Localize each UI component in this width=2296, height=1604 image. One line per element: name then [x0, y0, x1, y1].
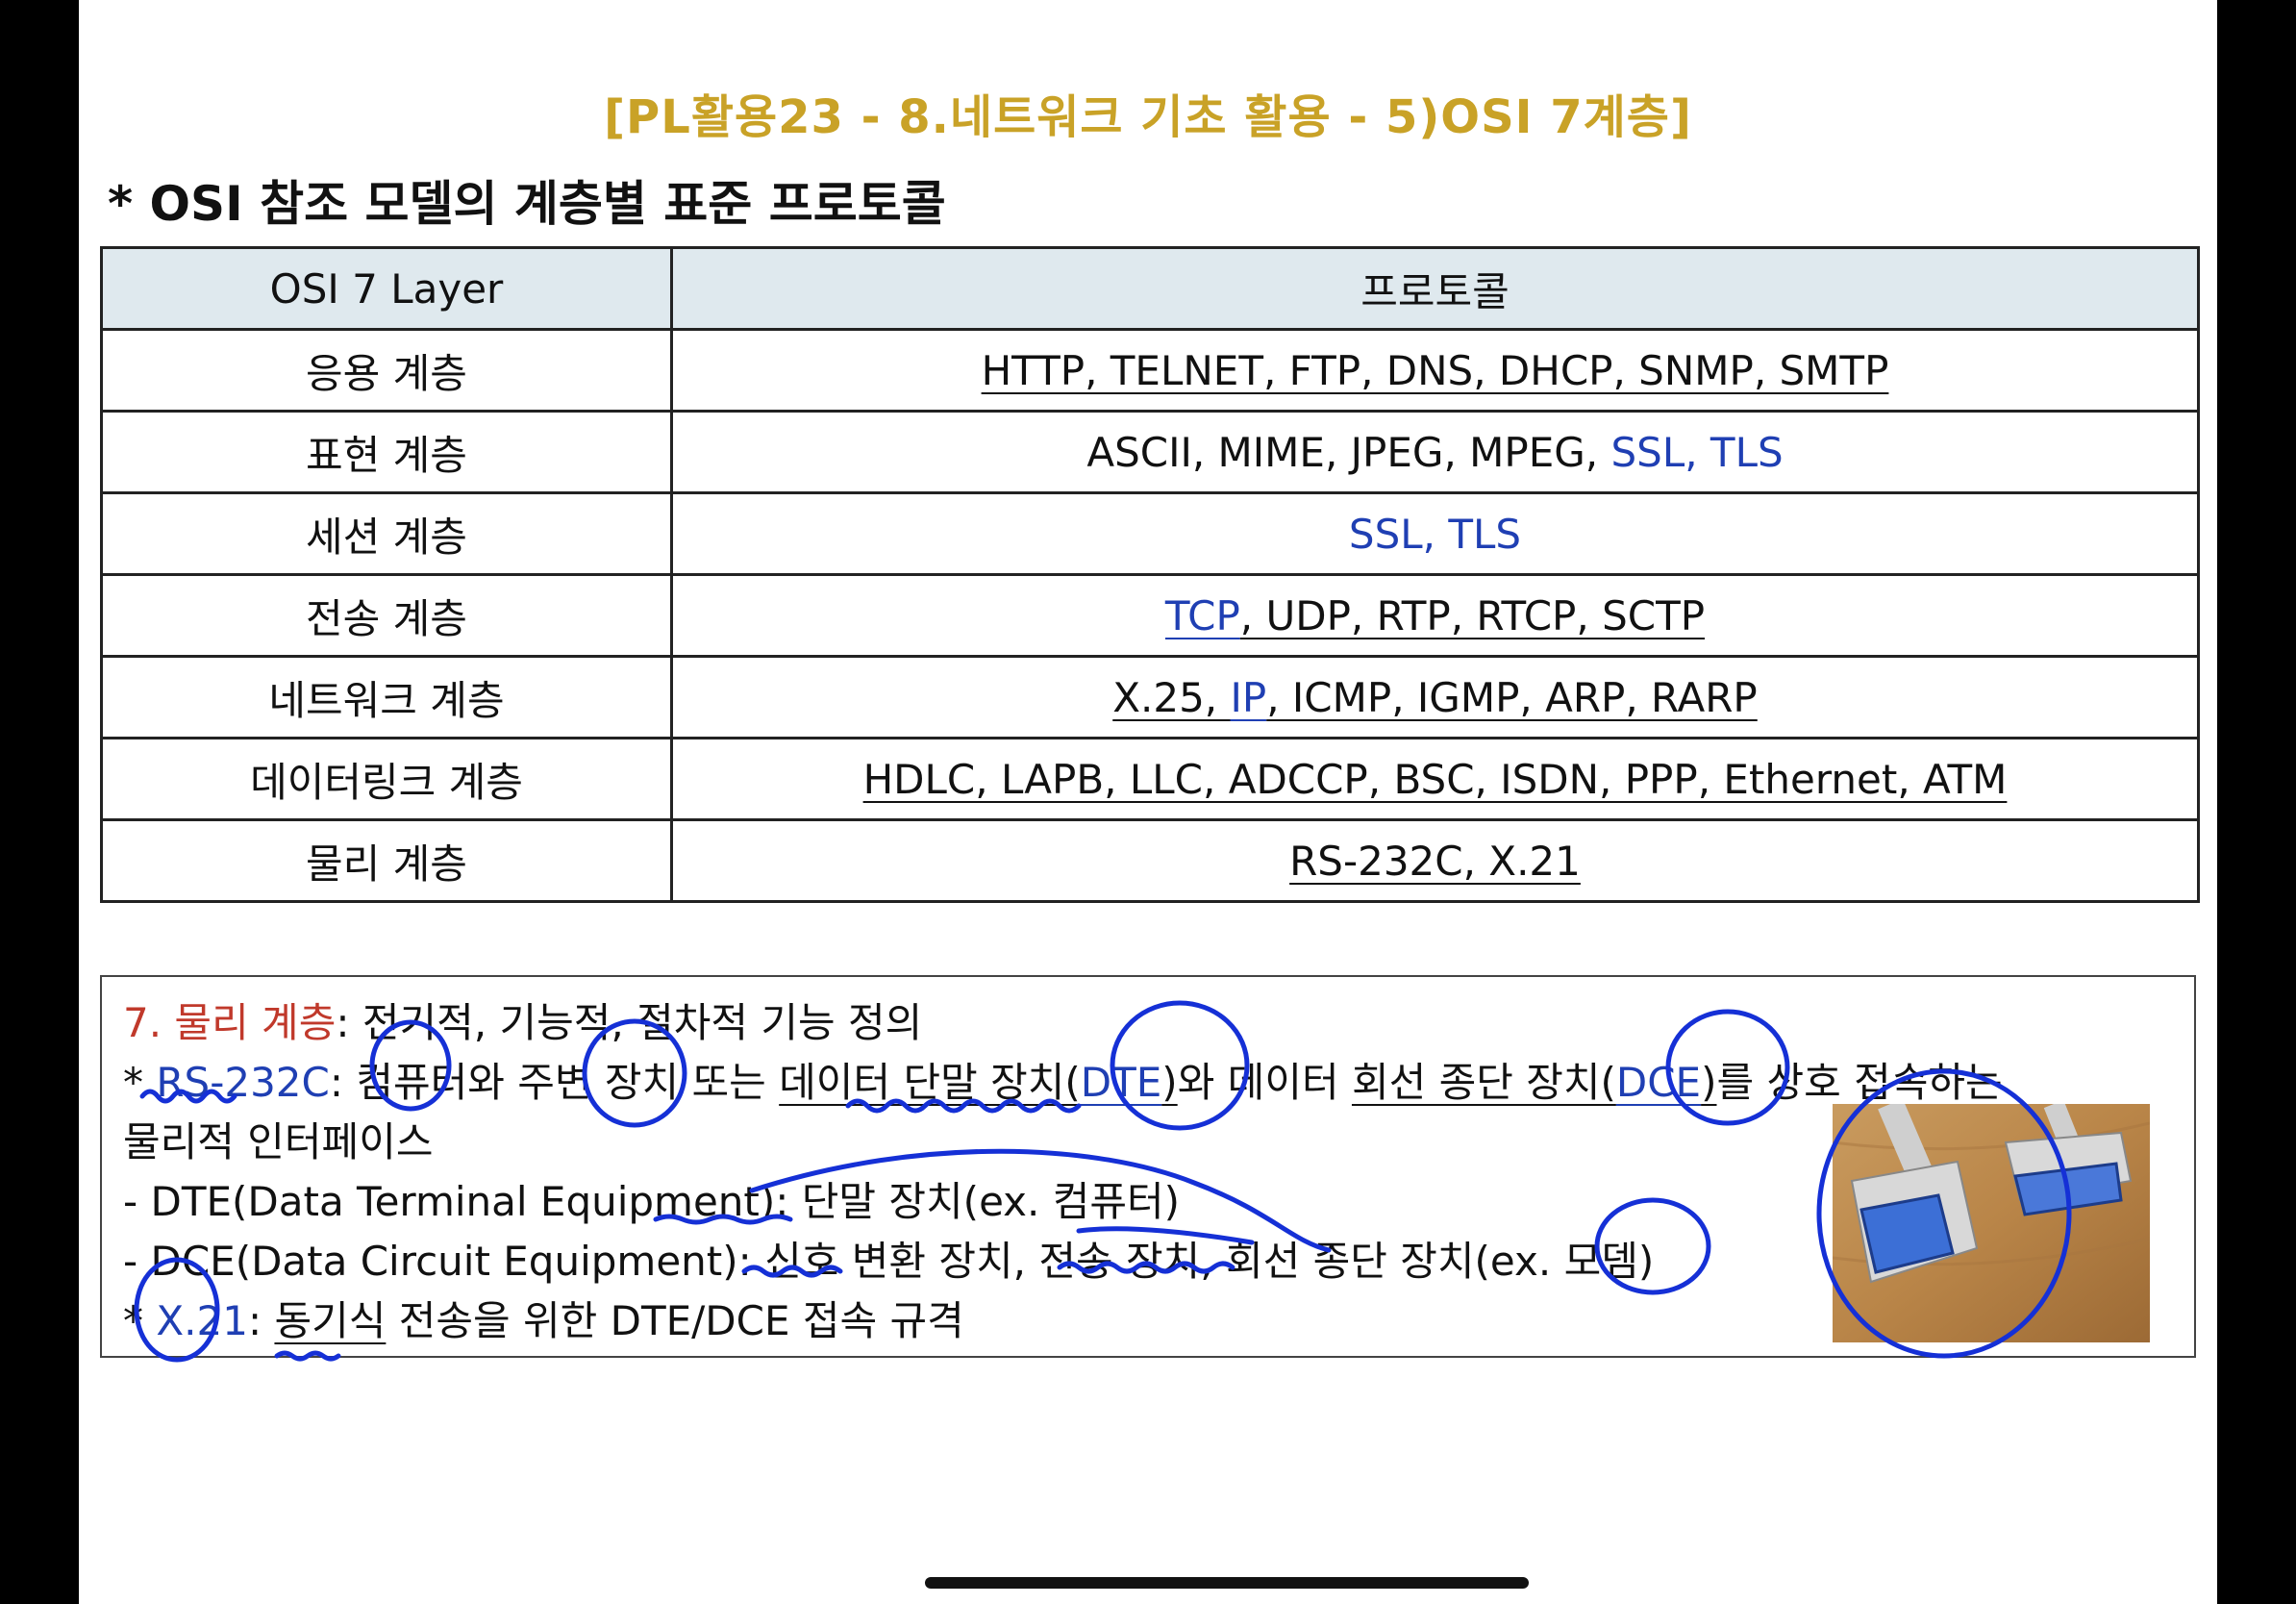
table-row: 응용 계층 HTTP, TELNET, FTP, DNS, DHCP, SNMP… — [100, 328, 2200, 413]
note-text-underlined: ) — [1161, 1059, 1178, 1106]
layer-cell: 데이터링크 계층 — [100, 737, 673, 821]
protocol-x25: X.25, — [1112, 673, 1231, 721]
note-line-dte: - DTE(Data Terminal Equipment): 단말 장치(ex… — [123, 1178, 1181, 1225]
slide-page: [PL활용23 - 8.네트워크 기초 활용 - 5)OSI 7계층] * OS… — [79, 0, 2217, 1604]
table-row: 데이터링크 계층 HDLC, LAPB, LLC, ADCCP, BSC, IS… — [100, 737, 2200, 821]
table-header-row: OSI 7 Layer 프로토콜 — [100, 246, 2200, 331]
header-layer: OSI 7 Layer — [100, 246, 673, 331]
sync-term: 동기식 — [274, 1297, 387, 1344]
layer-cell: 물리 계층 — [100, 818, 673, 903]
connector-photo — [1833, 1104, 2150, 1342]
dte-term: DTE — [1080, 1059, 1162, 1106]
osi-protocol-table: OSI 7 Layer 프로토콜 응용 계층 HTTP, TELNET, FTP… — [100, 246, 2200, 903]
bullet-star: * — [123, 1059, 157, 1106]
protocol-text: , ICMP, IGMP, ARP, RARP — [1266, 673, 1758, 721]
protocol-text: ASCII, MIME, JPEG, MPEG, — [1086, 428, 1611, 476]
protocol-text: RS-232C, X.21 — [1289, 837, 1581, 885]
physical-layer-label: 7. 물리 계층 — [123, 999, 337, 1046]
layer-cell: 네트워크 계층 — [100, 655, 673, 739]
protocol-cell: HDLC, LAPB, LLC, ADCCP, BSC, ISDN, PPP, … — [670, 737, 2200, 821]
slide-title: [PL활용23 - 8.네트워크 기초 활용 - 5)OSI 7계층] — [604, 90, 1692, 144]
layer-cell: 세션 계층 — [100, 491, 673, 576]
home-indicator — [925, 1577, 1529, 1589]
table-row: 물리 계층 RS-232C, X.21 — [100, 818, 2200, 903]
protocol-cell: X.25, IP, ICMP, IGMP, ARP, RARP — [670, 655, 2200, 739]
protocol-text-blue: SSL, TLS — [1610, 428, 1784, 476]
protocol-text-blue: SSL, TLS — [1348, 510, 1522, 558]
layer-cell: 전송 계층 — [100, 573, 673, 658]
protocol-cell: ASCII, MIME, JPEG, MPEG, SSL, TLS — [670, 410, 2200, 494]
rs232c-term: RS-232C — [156, 1059, 330, 1106]
protocol-cell: SSL, TLS — [670, 491, 2200, 576]
table-row: 세션 계층 SSL, TLS — [100, 491, 2200, 576]
note-line-x21: * X.21: 동기식 전송을 위한 DTE/DCE 접속 규격 — [123, 1289, 964, 1347]
note-text: : 전기적, 기능적, 절차적 기능 정의 — [336, 999, 923, 1046]
note-text: : — [247, 1297, 275, 1344]
note-text: 를 상호 접속하는 — [1716, 1059, 2003, 1106]
note-text-underlined: 회선 종단 장치( — [1351, 1059, 1616, 1106]
protocol-tcp: TCP — [1164, 591, 1240, 639]
protocol-text: HTTP, TELNET, FTP, DNS, DHCP, SNMP, SMTP — [981, 346, 1889, 394]
bullet-star: * — [123, 1297, 157, 1344]
table-row: 전송 계층 TCP, UDP, RTP, RTCP, SCTP — [100, 573, 2200, 658]
protocol-text: HDLC, LAPB, LLC, ADCCP, BSC, ISDN, PPP, … — [862, 755, 2008, 803]
protocol-udp: , UDP, RTP, RTCP, SCTP — [1239, 591, 1706, 639]
x21-term: X.21 — [156, 1297, 248, 1344]
protocol-ip: IP — [1230, 673, 1267, 721]
note-text: 와 데이터 — [1177, 1059, 1352, 1106]
section-heading: * OSI 참조 모델의 계층별 표준 프로토콜 — [108, 176, 946, 232]
protocol-cell: HTTP, TELNET, FTP, DNS, DHCP, SNMP, SMTP — [670, 328, 2200, 413]
note-text-underlined: 데이터 단말 장치( — [779, 1059, 1081, 1106]
table-row: 네트워크 계층 X.25, IP, ICMP, IGMP, ARP, RARP — [100, 655, 2200, 739]
layer-cell: 표현 계층 — [100, 410, 673, 494]
layer-cell: 응용 계층 — [100, 328, 673, 413]
note-line-dce: - DCE(Data Circuit Equipment): 신호 변환 장치,… — [123, 1238, 1655, 1285]
note-text: : 컴퓨터와 주변 장치 또는 — [329, 1059, 780, 1106]
note-text: 전송을 위한 DTE/DCE 접속 규격 — [386, 1297, 964, 1344]
note-line-interface: 물리적 인터페이스 — [123, 1118, 434, 1165]
protocol-cell: TCP, UDP, RTP, RTCP, SCTP — [670, 573, 2200, 658]
rs232-connector-image — [1833, 1104, 2150, 1342]
dce-term: DCE — [1615, 1059, 1702, 1106]
note-line-rs232c: * RS-232C: 컴퓨터와 주변 장치 또는 데이터 단말 장치(DTE)와… — [123, 1050, 2003, 1109]
note-text-underlined: ) — [1701, 1059, 1717, 1106]
note-line-physical: 7. 물리 계층: 전기적, 기능적, 절차적 기능 정의 — [123, 990, 922, 1049]
protocol-cell: RS-232C, X.21 — [670, 818, 2200, 903]
table-row: 표현 계층 ASCII, MIME, JPEG, MPEG, SSL, TLS — [100, 410, 2200, 494]
header-protocol: 프로토콜 — [670, 246, 2200, 331]
